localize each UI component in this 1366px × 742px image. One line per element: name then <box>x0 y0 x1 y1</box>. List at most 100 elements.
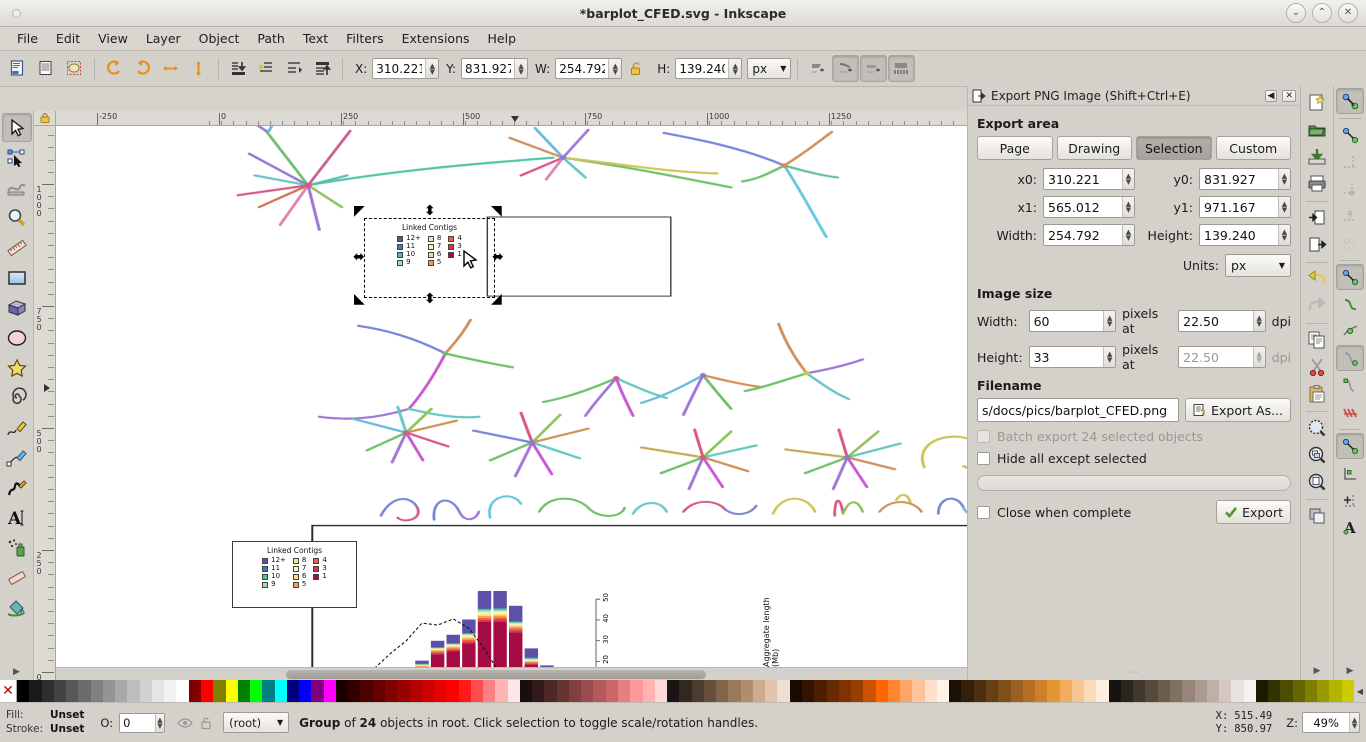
area-width-stepper[interactable]: ▲ ▼ <box>1121 225 1134 245</box>
x-field[interactable]: ▲▼ <box>372 58 440 79</box>
node-editor-tool[interactable] <box>2 143 32 172</box>
palette-swatch[interactable] <box>1182 680 1195 702</box>
palette-swatch[interactable] <box>1022 680 1036 702</box>
h-field[interactable]: ▲▼ <box>675 58 743 79</box>
snap-bbox-corner-icon[interactable] <box>1336 176 1364 202</box>
spiral-tool[interactable] <box>2 383 32 412</box>
snap-text-baseline-icon[interactable]: A <box>1336 514 1364 540</box>
close-button[interactable]: ✕ <box>1338 3 1358 23</box>
box-3d-tool[interactable] <box>2 293 32 322</box>
palette-swatch[interactable] <box>802 680 815 702</box>
palette-swatch[interactable] <box>581 680 594 702</box>
scale-handle-sw[interactable]: ◣ <box>354 292 365 306</box>
palette-swatch[interactable] <box>1120 680 1134 702</box>
palette-swatch[interactable] <box>66 680 79 702</box>
palette-swatch[interactable] <box>777 680 790 702</box>
menu-object[interactable]: Object <box>190 28 249 49</box>
image-height-stepper[interactable]: ▲ ▼ <box>1103 347 1116 367</box>
palette-swatch[interactable] <box>1292 680 1305 702</box>
eye-icon[interactable] <box>177 715 193 731</box>
x0-input[interactable] <box>1044 169 1122 189</box>
snap-bbox-edge-icon[interactable] <box>1336 149 1364 175</box>
y-field[interactable]: ▲▼ <box>461 58 529 79</box>
palette-swatch[interactable] <box>348 680 361 702</box>
cut-icon[interactable] <box>1303 354 1331 380</box>
palette-swatch[interactable] <box>1169 680 1183 702</box>
transform-affect-patterns-icon[interactable] <box>832 55 860 82</box>
palette-swatch[interactable] <box>961 680 974 702</box>
dpi-width-input[interactable] <box>1179 311 1253 331</box>
palette-swatch[interactable] <box>630 680 643 702</box>
palette-swatch[interactable] <box>200 680 214 702</box>
palette-swatch[interactable] <box>250 680 263 702</box>
menu-edit[interactable]: Edit <box>47 28 89 49</box>
filename-input[interactable]: s/docs/pics/barplot_CFED.png <box>977 398 1180 422</box>
dpi-width-field[interactable]: ▲▼ <box>1178 310 1266 332</box>
tweak-tool[interactable] <box>2 173 32 202</box>
palette-swatch[interactable] <box>765 680 778 702</box>
palette-swatch[interactable] <box>924 680 937 702</box>
palette-swatch[interactable] <box>605 680 619 702</box>
palette-swatch[interactable] <box>568 680 582 702</box>
minimize-button[interactable]: ⌄ <box>1286 3 1306 23</box>
ellipse-tool[interactable] <box>2 323 32 352</box>
y1-stepper[interactable]: ▲ ▼ <box>1277 197 1290 217</box>
palette-swatch[interactable] <box>887 680 901 702</box>
x1-input[interactable] <box>1044 197 1122 217</box>
snap-others-toggle[interactable] <box>1336 433 1364 459</box>
image-height-field[interactable]: ▲▼ <box>1028 346 1117 368</box>
opacity-field[interactable]: ▲▼ <box>119 712 166 733</box>
palette-swatch[interactable] <box>814 680 827 702</box>
x1-field[interactable]: ▲▼ <box>1043 196 1135 218</box>
export-button[interactable]: Export <box>1216 500 1291 524</box>
close-panel-button[interactable]: ✕ <box>1282 89 1296 102</box>
x-stepper[interactable]: ▲ ▼ <box>425 59 439 78</box>
scale-handle-n[interactable]: ⬍ <box>424 204 436 218</box>
y1-field[interactable]: ▲▼ <box>1199 196 1291 218</box>
selector-tool[interactable] <box>1 113 32 142</box>
snap-midpoint-icon[interactable] <box>1336 399 1364 425</box>
palette-swatch[interactable] <box>360 680 373 702</box>
palette-swatch[interactable] <box>716 680 729 702</box>
y0-input[interactable] <box>1200 169 1278 189</box>
dpi-width-stepper[interactable]: ▲ ▼ <box>1252 311 1265 331</box>
palette-swatch[interactable] <box>863 680 876 702</box>
lower-icon[interactable] <box>253 55 280 82</box>
menu-layer[interactable]: Layer <box>137 28 190 49</box>
palette-swatch[interactable] <box>1268 680 1281 702</box>
lower-to-bottom-icon[interactable] <box>225 55 252 82</box>
palette-swatch[interactable] <box>188 680 201 702</box>
palette-swatch[interactable] <box>789 680 802 702</box>
palette-swatch[interactable] <box>90 680 103 702</box>
save-document-icon[interactable] <box>1303 144 1331 170</box>
export-area-selection-button[interactable]: Selection <box>1136 136 1212 160</box>
palette-swatch[interactable] <box>1071 680 1085 702</box>
palette-swatch[interactable] <box>225 680 238 702</box>
palette-swatch[interactable] <box>470 680 484 702</box>
palette-swatch[interactable] <box>102 680 116 702</box>
palette-swatch[interactable] <box>667 680 680 702</box>
palette-swatch[interactable] <box>397 680 410 702</box>
snap-object-center-icon[interactable] <box>1336 460 1364 486</box>
scale-handle-nw[interactable]: ◤ <box>354 204 365 218</box>
close-when-complete-checkbox[interactable] <box>977 505 990 519</box>
menu-filters[interactable]: Filters <box>337 28 392 49</box>
palette-swatch[interactable] <box>728 680 741 702</box>
x-input[interactable] <box>373 59 426 78</box>
opacity-stepper[interactable]: ▲ ▼ <box>154 713 165 732</box>
palette-swatch[interactable] <box>1084 680 1097 702</box>
hide-all-checkbox[interactable] <box>977 452 990 465</box>
snap-bbox-center-icon[interactable] <box>1336 230 1364 256</box>
paint-bucket-tool[interactable] <box>2 593 32 622</box>
command-bar-overflow-arrow[interactable]: ▶ <box>1314 666 1321 680</box>
palette-swatch[interactable] <box>151 680 165 702</box>
palette-swatch[interactable] <box>519 680 533 702</box>
y-stepper[interactable]: ▲ ▼ <box>514 59 528 78</box>
duplicate-icon[interactable] <box>1303 503 1331 529</box>
palette-swatch[interactable] <box>642 680 655 702</box>
eraser-tool[interactable] <box>2 563 32 592</box>
snap-bbox-edge-midpoint-icon[interactable] <box>1336 203 1364 229</box>
image-width-field[interactable]: ▲▼ <box>1028 310 1117 332</box>
w-field[interactable]: ▲▼ <box>555 58 623 79</box>
bezier-pen-tool[interactable] <box>2 443 32 472</box>
